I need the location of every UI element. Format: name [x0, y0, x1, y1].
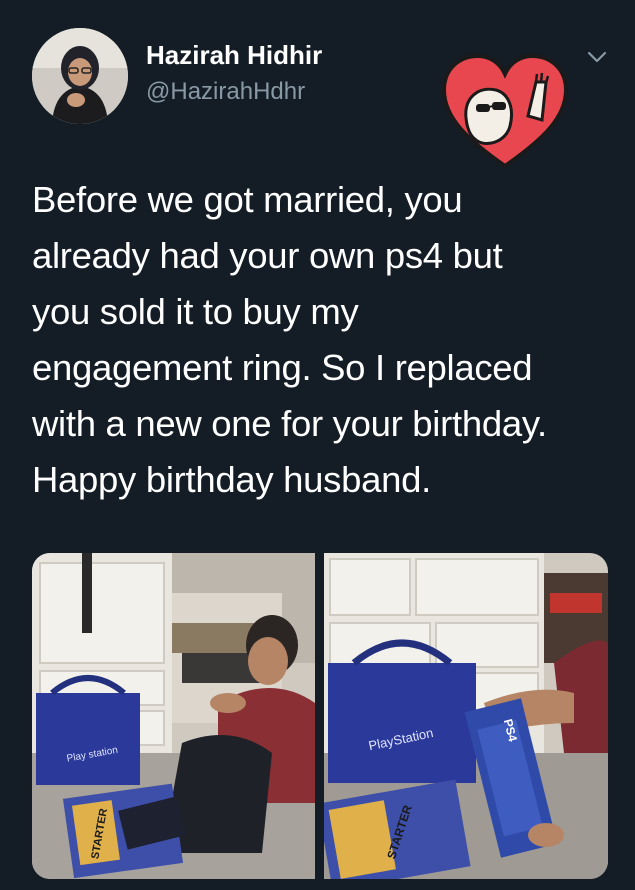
- tweet-text-line: Happy birthday husband.: [32, 459, 431, 500]
- tweet-card: Hazirah Hidhir @HazirahHdhr Before we go…: [0, 0, 635, 890]
- display-name[interactable]: Hazirah Hidhir: [146, 40, 322, 71]
- tweet-media: Play station STARTER PlayStation PS4 STA…: [32, 553, 608, 879]
- tweet-text-line: you sold it to buy my: [32, 291, 359, 332]
- tweet-text-line: Before we got married, you: [32, 179, 463, 220]
- avatar[interactable]: [32, 28, 128, 124]
- tweet-text-line: engagement ring. So I replaced: [32, 347, 533, 388]
- tweet-photo-2[interactable]: PlayStation PS4 STARTER: [324, 553, 608, 879]
- user-handle[interactable]: @HazirahHdhr: [146, 78, 305, 106]
- tweet-text-line: with a new one for your birthday.: [32, 403, 547, 444]
- heart-sticker-icon: [440, 52, 570, 170]
- avatar-photo: [32, 28, 128, 124]
- tweet-text-line: already had your own ps4 but: [32, 235, 503, 276]
- tweet-text: Before we got married, you already had y…: [32, 172, 622, 508]
- tweet-photo-1[interactable]: Play station STARTER: [32, 553, 315, 879]
- chevron-down-icon[interactable]: [586, 48, 608, 66]
